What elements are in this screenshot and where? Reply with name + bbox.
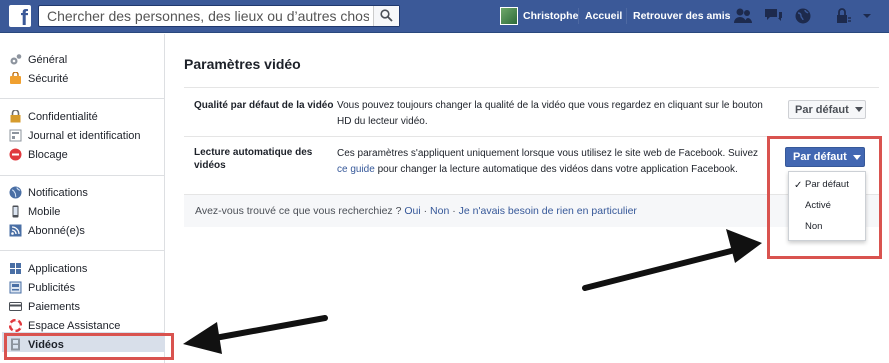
sidebar-item-followers[interactable]: Abonné(e)s: [9, 222, 85, 239]
card-icon: [9, 302, 22, 311]
timeline-icon: [9, 129, 22, 142]
nav-divider: [578, 8, 579, 24]
notification-icons: [733, 7, 813, 25]
globe-icon: [9, 186, 22, 199]
page-title: Paramètres vidéo: [184, 56, 301, 72]
nav-divider: [626, 8, 627, 24]
search-box: [38, 5, 400, 27]
sidebar-item-label: Publicités: [28, 281, 76, 294]
feedback-nothing-link[interactable]: Je n'avais besoin de rien en particulier: [459, 205, 637, 217]
quality-dropdown-button[interactable]: Par défaut: [788, 100, 866, 119]
sidebar-divider: [0, 175, 165, 176]
sidebar-item-label: Notifications: [28, 186, 88, 199]
avatar: [500, 7, 518, 25]
quality-setting-label: Qualité par défaut de la vidéo: [194, 100, 334, 111]
annotation-highlight-dropdown: [767, 136, 882, 259]
quality-setting-description: Vous pouvez toujours changer la qualité …: [337, 100, 763, 127]
settings-sidebar: Général Sécurité Confidentialité Journal…: [0, 34, 165, 363]
search-button[interactable]: [373, 6, 399, 26]
chevron-down-icon: [854, 107, 863, 112]
sidebar-item-label: Applications: [28, 262, 88, 275]
feedback-text: Avez-vous trouvé ce que vous recherchiez…: [195, 205, 637, 217]
home-link[interactable]: Accueil: [585, 10, 622, 22]
ads-icon: [9, 281, 22, 294]
autoplay-desc-text: Ces paramètres s'appliquent uniquement l…: [337, 148, 759, 159]
account-icons: [835, 7, 873, 25]
sidebar-item-general[interactable]: Général: [9, 51, 67, 68]
sidebar-item-ads[interactable]: Publicités: [9, 279, 75, 296]
annotation-highlight-videos: [4, 333, 174, 360]
sidebar-item-label: Mobile: [28, 205, 61, 218]
feedback-question: Avez-vous trouvé ce que vous recherchiez…: [195, 205, 402, 217]
autoplay-label-line: vidéos: [194, 160, 226, 171]
guide-link[interactable]: ce guide: [337, 164, 375, 175]
autoplay-label-line: Lecture automatique des: [194, 147, 313, 158]
find-friends-link[interactable]: Retrouver des amis: [633, 10, 730, 22]
block-icon: [9, 148, 22, 161]
autoplay-setting-label: Lecture automatique des vidéos: [194, 146, 312, 172]
gear-icon: [10, 54, 22, 65]
lifebuoy-icon: [9, 319, 22, 332]
messages-icon[interactable]: [763, 7, 783, 25]
sidebar-item-timeline[interactable]: Journal et identification: [9, 127, 141, 144]
security-badge-icon: [10, 72, 21, 84]
section-divider: [184, 87, 879, 88]
feedback-no-link[interactable]: Non: [430, 205, 449, 217]
sidebar-item-label: Confidentialité: [28, 110, 98, 123]
sidebar-item-help[interactable]: Espace Assistance: [9, 317, 120, 334]
sidebar-item-privacy[interactable]: Confidentialité: [9, 108, 98, 125]
sidebar-item-label: Abonné(e)s: [28, 224, 85, 237]
sidebar-item-label: Journal et identification: [28, 129, 141, 142]
sidebar-item-blocking[interactable]: Blocage: [9, 146, 68, 163]
search-input[interactable]: [39, 6, 369, 26]
sidebar-item-apps[interactable]: Applications: [9, 260, 87, 277]
sidebar-item-mobile[interactable]: Mobile: [9, 203, 60, 220]
user-profile-link[interactable]: Christophe: [500, 7, 578, 25]
sidebar-divider: [0, 250, 165, 251]
sidebar-item-payments[interactable]: Paiements: [9, 298, 80, 315]
friend-requests-icon[interactable]: [733, 7, 753, 25]
sidebar-divider: [0, 98, 165, 99]
quality-dropdown-value: Par défaut: [795, 103, 849, 116]
mobile-icon: [12, 205, 19, 218]
lock-icon: [10, 110, 21, 123]
feedback-yes-link[interactable]: Oui: [404, 205, 420, 217]
sidebar-item-security[interactable]: Sécurité: [9, 70, 68, 87]
autoplay-desc-text: pour changer la lecture automatique des …: [374, 164, 738, 175]
autoplay-setting-description: Ces paramètres s'appliquent uniquement l…: [337, 146, 785, 178]
sidebar-item-label: Sécurité: [28, 72, 69, 85]
sidebar-item-label: Blocage: [28, 148, 68, 161]
sidebar-item-label: Paiements: [28, 300, 80, 313]
account-menu-chevron-icon[interactable]: [861, 7, 873, 25]
rss-icon: [9, 224, 22, 237]
top-navigation-bar: f Christophe Accueil Retrouver des amis: [0, 0, 889, 33]
apps-icon: [10, 263, 21, 274]
notifications-globe-icon[interactable]: [793, 7, 813, 25]
sidebar-item-label: Général: [28, 53, 68, 66]
sidebar-item-label: Espace Assistance: [28, 319, 121, 332]
sidebar-item-notifications[interactable]: Notifications: [9, 184, 88, 201]
privacy-lock-icon[interactable]: [835, 7, 851, 25]
user-name: Christophe: [523, 10, 579, 22]
facebook-logo-icon[interactable]: f: [9, 5, 31, 29]
search-icon: [380, 9, 393, 22]
